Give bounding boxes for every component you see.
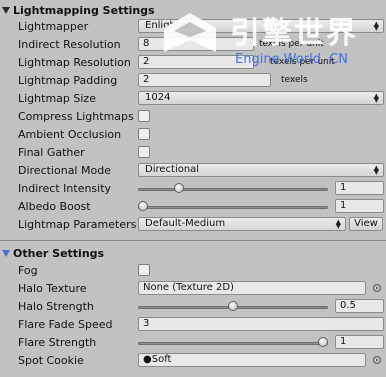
lightmap-resolution-label: Lightmap Resolution — [18, 56, 131, 69]
fog-label: Fog — [18, 264, 38, 277]
ambient-occlusion-label: Ambient Occlusion — [18, 128, 122, 141]
slider-track[interactable] — [138, 342, 328, 345]
lightmap-padding-field[interactable]: 2 — [138, 73, 271, 87]
section-divider — [0, 240, 386, 241]
flare-strength-field[interactable]: 1 — [335, 335, 384, 349]
halo-strength-label: Halo Strength — [18, 300, 94, 313]
flare-fade-speed-field[interactable]: 3 — [138, 317, 384, 331]
directional-mode-dropdown[interactable]: Directional ▲ ▼ — [138, 163, 384, 177]
lightmap-size-row: Lightmap Size 1024 ▲ ▼ — [0, 90, 386, 107]
ambient-occlusion-row: Ambient Occlusion — [0, 126, 386, 143]
lightmap-size-value: 1024 — [145, 92, 171, 103]
lightmapping-settings-title: Lightmapping Settings — [13, 4, 155, 17]
slider-track[interactable] — [138, 188, 328, 191]
lightmapping-settings-header[interactable]: Lightmapping Settings — [0, 2, 386, 19]
spot-cookie-value: Soft — [151, 354, 172, 365]
lightmap-parameters-row: Lightmap Parameters Default-Medium ▲ ▼ Vi… — [0, 216, 386, 233]
slider-thumb[interactable] — [228, 301, 238, 311]
flare-fade-speed-label: Flare Fade Speed — [18, 318, 113, 331]
lightmap-padding-row: Lightmap Padding 2 texels — [0, 72, 386, 89]
final-gather-label: Final Gather — [18, 146, 85, 159]
foldout-arrow-icon[interactable] — [2, 250, 10, 257]
directional-mode-label: Directional Mode — [18, 164, 111, 177]
lightmapper-dropdown[interactable]: Enlighten ▲ ▼ — [138, 19, 384, 33]
slider-thumb[interactable] — [174, 183, 184, 193]
indirect-resolution-row: Indirect Resolution 8 texels per unit — [0, 36, 386, 53]
dropdown-arrows-icon: ▲ ▼ — [373, 20, 379, 32]
indirect-intensity-label: Indirect Intensity — [18, 182, 112, 195]
slider-thumb[interactable] — [318, 337, 328, 347]
indirect-intensity-field[interactable]: 1 — [335, 181, 384, 195]
lightmap-resolution-field[interactable]: 2 — [138, 55, 254, 69]
spot-cookie-label: Spot Cookie — [18, 354, 84, 367]
ambient-occlusion-checkbox[interactable] — [138, 128, 150, 140]
lightmap-resolution-unit: texels per unit — [270, 57, 335, 67]
albedo-boost-field[interactable]: 1 — [335, 199, 384, 213]
texture-bullet-icon: ● — [143, 354, 152, 365]
lightmap-resolution-row: Lightmap Resolution 2 texels per unit — [0, 54, 386, 71]
directional-mode-value: Directional — [145, 164, 200, 175]
halo-texture-row: Halo Texture None (Texture 2D) — [0, 280, 386, 297]
spot-cookie-row: Spot Cookie ●Soft — [0, 352, 386, 369]
view-button[interactable]: View — [349, 217, 383, 231]
albedo-boost-row: Albedo Boost 1 — [0, 198, 386, 215]
lightmap-size-label: Lightmap Size — [18, 92, 96, 105]
indirect-resolution-unit: texels per unit — [259, 39, 324, 49]
dropdown-arrows-icon: ▲ ▼ — [373, 164, 379, 176]
lightmap-parameters-dropdown[interactable]: Default-Medium ▲ ▼ — [138, 217, 346, 231]
object-picker-icon[interactable] — [373, 284, 381, 292]
lightmap-padding-label: Lightmap Padding — [18, 74, 118, 87]
indirect-intensity-row: Indirect Intensity 1 — [0, 180, 386, 197]
dropdown-arrows-icon: ▲ ▼ — [335, 218, 341, 230]
spot-cookie-field[interactable]: ●Soft — [138, 353, 366, 367]
halo-strength-row: Halo Strength 0.5 — [0, 298, 386, 315]
other-settings-header[interactable]: Other Settings — [0, 245, 386, 262]
final-gather-row: Final Gather — [0, 144, 386, 161]
foldout-arrow-icon[interactable] — [2, 7, 10, 14]
lightmap-size-dropdown[interactable]: 1024 ▲ ▼ — [138, 91, 384, 105]
halo-texture-field[interactable]: None (Texture 2D) — [138, 281, 366, 295]
indirect-resolution-field[interactable]: 8 — [138, 37, 254, 51]
fog-checkbox[interactable] — [138, 264, 150, 276]
final-gather-checkbox[interactable] — [138, 146, 150, 158]
compress-lightmaps-checkbox[interactable] — [138, 110, 150, 122]
lightmapper-row: Lightmapper Enlighten ▲ ▼ — [0, 18, 386, 35]
albedo-boost-label: Albedo Boost — [18, 200, 91, 213]
indirect-resolution-label: Indirect Resolution — [18, 38, 121, 51]
flare-strength-row: Flare Strength 1 — [0, 334, 386, 351]
slider-track[interactable] — [138, 206, 328, 209]
lightmap-parameters-value: Default-Medium — [145, 218, 226, 229]
halo-texture-label: Halo Texture — [18, 282, 87, 295]
compress-lightmaps-label: Compress Lightmaps — [18, 110, 134, 123]
object-picker-icon[interactable] — [373, 356, 381, 364]
slider-thumb[interactable] — [138, 201, 148, 211]
lightmap-padding-unit: texels — [281, 75, 308, 85]
dropdown-arrows-icon: ▲ ▼ — [373, 92, 379, 104]
flare-strength-label: Flare Strength — [18, 336, 97, 349]
lightmapper-label: Lightmapper — [18, 20, 89, 33]
lightmap-parameters-label: Lightmap Parameters — [18, 218, 137, 231]
halo-strength-field[interactable]: 0.5 — [335, 299, 384, 313]
flare-fade-speed-row: Flare Fade Speed 3 — [0, 316, 386, 333]
other-settings-title: Other Settings — [13, 247, 105, 260]
lightmapper-value: Enlighten — [145, 20, 193, 31]
fog-row: Fog — [0, 262, 386, 279]
directional-mode-row: Directional Mode Directional ▲ ▼ — [0, 162, 386, 179]
compress-lightmaps-row: Compress Lightmaps — [0, 108, 386, 125]
